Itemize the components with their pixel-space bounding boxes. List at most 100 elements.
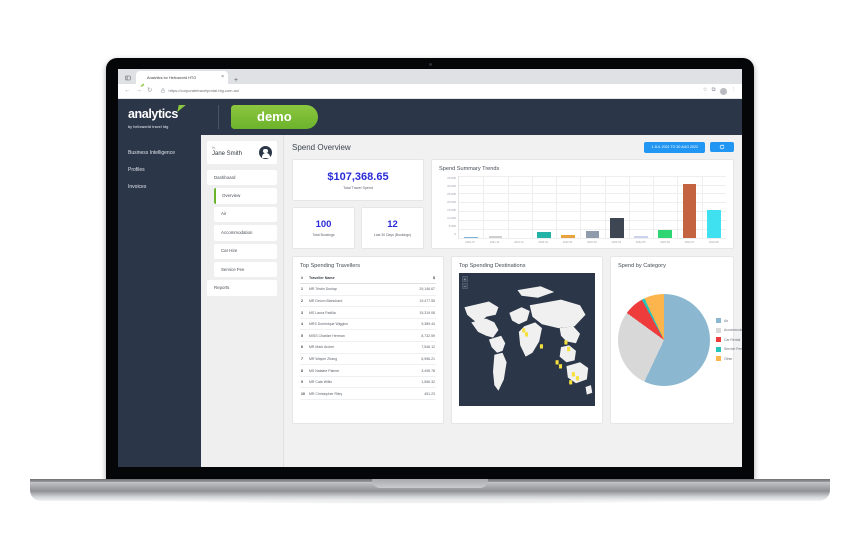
legend-item[interactable]: Car Rental xyxy=(716,337,742,343)
refresh-button[interactable] xyxy=(710,142,734,153)
bar-slot[interactable] xyxy=(459,176,483,239)
world-map[interactable]: + − xyxy=(459,273,595,407)
app-logo[interactable]: analytics by helloworld travel htg xyxy=(128,105,206,129)
table-row[interactable]: 2 MR Devon Blanchard 19,477.55 xyxy=(300,295,436,308)
map-marker[interactable] xyxy=(555,360,559,365)
logo-tagline: by helloworld travel htg xyxy=(128,124,169,129)
table-row[interactable]: 3 MS Laura Padilla 15,319.08 xyxy=(300,306,436,319)
cell-traveller-name: MR Mark Archer xyxy=(308,341,398,354)
menu-item-reports[interactable]: Reports xyxy=(207,280,277,296)
map-marker[interactable] xyxy=(571,372,575,377)
table-row[interactable]: 9 MR Cate Willis 1,556.32 xyxy=(300,376,436,389)
bar-slot[interactable] xyxy=(483,176,507,239)
bar-slot[interactable] xyxy=(629,176,653,239)
new-tab-icon[interactable]: + xyxy=(230,77,242,84)
extensions-icon[interactable]: ⧉ xyxy=(712,88,716,94)
map-marker[interactable] xyxy=(539,344,543,349)
bar-slot[interactable] xyxy=(702,176,726,239)
menu-item-dashboard[interactable]: Dashboard xyxy=(207,170,277,186)
bar[interactable] xyxy=(658,229,673,239)
bar-slot[interactable] xyxy=(677,176,701,239)
user-card[interactable]: Hi, Jane Smith xyxy=(207,141,277,164)
map-marker[interactable] xyxy=(575,376,580,381)
legend-item[interactable]: Other xyxy=(716,356,742,362)
cell-traveller-name: MR Cate Willis xyxy=(308,376,398,389)
table-header-row: # Traveller Name $ xyxy=(300,273,436,285)
sidebar-item-business-intelligence[interactable]: Business Intelligence xyxy=(118,145,201,162)
map-marker[interactable] xyxy=(522,328,526,333)
table-row[interactable]: 7 MR Wayne Zhang 6,956.21 xyxy=(300,353,436,366)
bar-chart-plot-wrap: 2021-07 2021-11 2021-12 2022-01 2022-02 2022-… xyxy=(458,175,726,245)
page-title: Spend Overview xyxy=(292,142,351,152)
cell-traveller-name: MISS Charlize Herman xyxy=(308,329,398,343)
sidebar-item-profiles[interactable]: Profiles xyxy=(118,162,201,179)
bar[interactable] xyxy=(609,217,624,239)
address-bar[interactable]: https://corporatetravelportal.htg.com.au… xyxy=(157,86,698,96)
menu-item-car-hire[interactable]: Car Hire xyxy=(214,243,277,260)
kpi-last-30-days: 12 Last 30 Days (Bookings) xyxy=(361,206,424,250)
lock-icon xyxy=(161,87,166,95)
table-row[interactable]: 1 MR Tristin Dunlap 29,146.67 xyxy=(300,283,436,296)
bar[interactable] xyxy=(682,183,697,239)
table-row[interactable]: 8 MS Natalee Palmer 3,495.78 xyxy=(300,364,436,377)
menu-item-air[interactable]: Air xyxy=(214,206,277,223)
sidebar-item-invoices[interactable]: Invoices xyxy=(118,179,201,196)
date-range-filter[interactable]: 1 JUL 2021 TO 30 AUG 2022 xyxy=(644,142,705,153)
back-icon[interactable]: ← xyxy=(124,87,131,95)
browser-tab[interactable]: Analytics by Helloworld HTG × xyxy=(136,71,228,87)
browser-menu-icon[interactable]: ⋮ xyxy=(731,88,737,94)
bar[interactable] xyxy=(537,232,551,239)
map-zoom-in-button[interactable]: + xyxy=(462,276,468,283)
profile-avatar-icon[interactable] xyxy=(719,87,727,95)
table-row[interactable]: 4 MRS Dominique Wiggins 9,389.44 xyxy=(300,318,436,331)
bar[interactable] xyxy=(634,236,648,239)
bar[interactable] xyxy=(512,237,527,239)
forward-icon[interactable]: → xyxy=(136,87,143,95)
x-tick-label: 2022-02 xyxy=(562,241,573,245)
map-marker[interactable] xyxy=(564,340,568,345)
bar-slot[interactable] xyxy=(653,176,677,239)
cell-traveller-name: MS Laura Padilla xyxy=(308,306,398,319)
menu-item-overview[interactable]: Overview xyxy=(214,188,277,204)
bar-slot[interactable] xyxy=(605,176,629,239)
avatar[interactable] xyxy=(259,146,272,159)
bar[interactable] xyxy=(561,235,575,239)
bar[interactable] xyxy=(585,230,600,239)
table-row[interactable]: 5 MISS Charlize Herman 8,732.59 xyxy=(300,329,436,343)
legend-item[interactable]: Service Fees xyxy=(716,346,742,352)
header-divider xyxy=(218,105,219,129)
legend-item[interactable]: Accommodation xyxy=(716,327,742,333)
bar[interactable] xyxy=(707,210,721,239)
app-body: Business Intelligence Profiles Invoices … xyxy=(118,135,742,467)
table-row[interactable]: 6 MR Mark Archer 7,546.12 xyxy=(300,341,436,354)
bar[interactable] xyxy=(488,236,503,239)
map-zoom-out-button[interactable]: − xyxy=(462,283,468,290)
map-marker[interactable] xyxy=(567,346,571,352)
map-marker[interactable] xyxy=(524,332,529,337)
close-icon[interactable]: × xyxy=(221,75,224,80)
bar-slot[interactable] xyxy=(508,176,532,239)
y-tick-label: 5,000 xyxy=(448,223,456,228)
bar-slot[interactable] xyxy=(556,176,580,239)
bar-slot[interactable] xyxy=(532,176,556,239)
reload-icon[interactable]: ↻ xyxy=(147,87,152,95)
pie-legend: Air Accommodation Car Rental Service Fees Ot… xyxy=(716,318,742,362)
user-name: Jane Smith xyxy=(212,150,243,157)
cell-index: 8 xyxy=(300,364,308,377)
menu-item-service-fee[interactable]: Service Fee xyxy=(214,262,277,278)
table-row[interactable]: 10 MR Christopher Riley 451.23 xyxy=(300,387,436,400)
map-marker[interactable] xyxy=(558,364,563,369)
legend-item[interactable]: Air xyxy=(716,318,742,324)
travellers-table: # Traveller Name $ 1 MR Tristin Dunlap 29,… xyxy=(300,273,436,400)
user-text: Hi, Jane Smith xyxy=(212,146,243,158)
tab-list-icon[interactable] xyxy=(122,72,134,84)
bookmark-star-icon[interactable]: ☆ xyxy=(703,88,708,94)
y-tick-label: 20,000 xyxy=(447,199,456,204)
bar[interactable] xyxy=(464,237,478,239)
y-tick-label: 15,000 xyxy=(447,207,456,212)
bar-chart-plot xyxy=(458,175,726,240)
cell-index: 9 xyxy=(300,376,308,389)
bar-slot[interactable] xyxy=(580,176,604,239)
map-marker[interactable] xyxy=(569,380,573,385)
menu-item-accommodation[interactable]: Accommodation xyxy=(214,225,277,241)
